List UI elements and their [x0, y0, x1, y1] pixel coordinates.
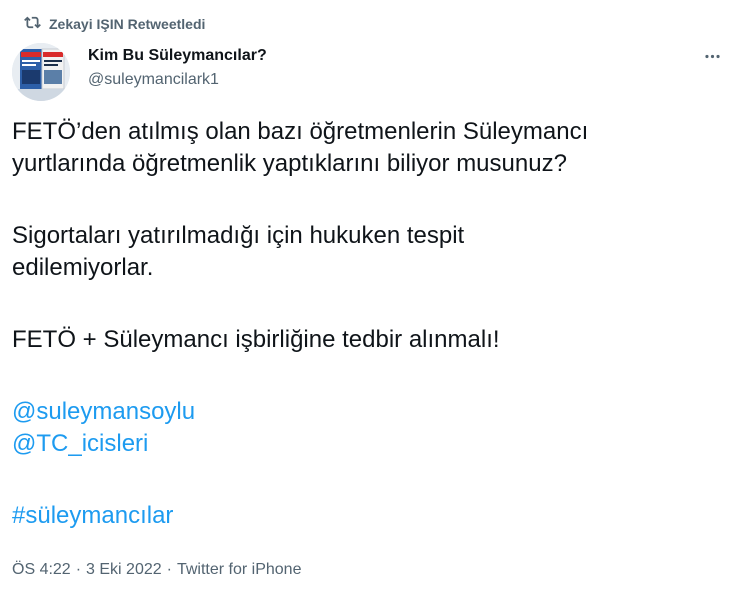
more-dots-icon [703, 47, 722, 71]
tweet-time[interactable]: ÖS 4:22 [12, 560, 71, 580]
avatar[interactable] [12, 43, 70, 101]
retweeter-label: Zekayi IŞIN Retweetledi [49, 16, 206, 32]
hashtag-link[interactable]: #süleymancılar [12, 502, 173, 529]
more-button[interactable] [697, 44, 727, 74]
tweet-date[interactable]: 3 Eki 2022 [86, 560, 162, 580]
retweet-context[interactable]: Zekayi IŞIN Retweetledi [24, 12, 205, 36]
mention-link[interactable]: @TC_icisleri [12, 430, 148, 457]
tweet-line: edilemiyorlar. [12, 254, 154, 281]
tweet-text: FETÖ’den atılmış olan bazı öğretmenlerin… [12, 116, 727, 532]
tweet-meta: ÖS 4:22 · 3 Eki 2022 · Twitter for iPhon… [12, 560, 301, 580]
tweet-source[interactable]: Twitter for iPhone [177, 560, 302, 580]
meta-separator: · [75, 561, 82, 578]
book-cover-avatar [12, 43, 70, 101]
author-name[interactable]: Kim Bu Süleymancılar? [88, 46, 267, 66]
retweet-icon [24, 14, 41, 34]
mention-link[interactable]: @suleymansoylu [12, 398, 195, 425]
meta-separator: · [166, 561, 172, 578]
tweet-line: FETÖ + Süleymancı işbirliğine tedbir alı… [12, 326, 500, 353]
tweet-line: FETÖ’den atılmış olan bazı öğretmenlerin… [12, 118, 589, 145]
author-handle[interactable]: @suleymancilark1 [88, 70, 267, 90]
author-info[interactable]: Kim Bu Süleymancılar? @suleymancilark1 [88, 46, 267, 90]
tweet-line: Sigortaları yatırılmadığı için hukuken t… [12, 222, 465, 249]
tweet-line: yurtlarında öğretmenlik yaptıklarını bil… [12, 150, 567, 177]
